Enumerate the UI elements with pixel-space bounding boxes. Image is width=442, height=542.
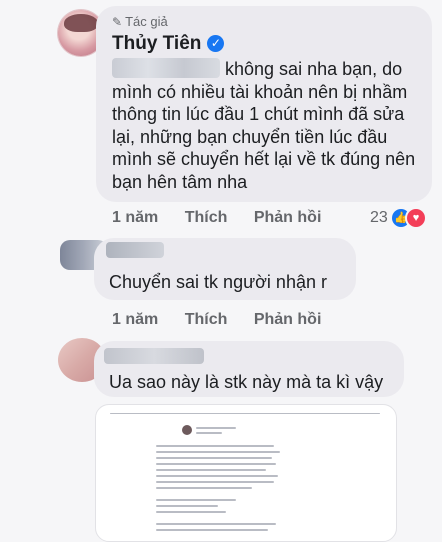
comment-text-rest: mình có nhiều tài khoản nên bị nhầm thôn… — [112, 81, 416, 192]
preview-line — [156, 463, 276, 465]
attached-screenshot-preview[interactable] — [95, 404, 397, 542]
preview-line — [156, 457, 272, 459]
reply1-time: 1 năm — [112, 311, 159, 328]
author-name[interactable]: Thủy Tiên ✓ — [112, 33, 225, 55]
preview-line — [156, 445, 274, 447]
preview-avatar — [182, 425, 192, 435]
preview-line — [156, 481, 274, 483]
preview-line — [156, 475, 278, 477]
redacted-mention — [112, 58, 220, 78]
like-button[interactable]: Thích — [185, 209, 228, 227]
reply-button[interactable]: Phản hồi — [254, 209, 322, 227]
comment-time: 1 năm — [112, 209, 159, 226]
preview-line — [156, 469, 266, 471]
pin-icon: ✎ — [112, 15, 123, 29]
author-badge: ✎ Tác giả — [112, 14, 168, 29]
reply1-actions: 1 năm Thích Phản hồi — [112, 311, 321, 329]
preview-line — [156, 523, 276, 525]
preview-line — [156, 499, 236, 501]
preview-line — [156, 529, 268, 531]
avatar-hair — [64, 14, 98, 32]
comment-text-line1: không sai nha bạn, do — [225, 59, 403, 79]
reply1-text: Chuyển sai tk người nhận r — [109, 272, 327, 292]
preview-line — [156, 451, 280, 453]
reaction-count[interactable]: 23 — [370, 209, 388, 227]
reply1-like-button[interactable]: Thích — [185, 311, 228, 329]
preview-status-bar — [110, 413, 380, 414]
preview-line — [156, 511, 226, 513]
preview-line — [156, 505, 218, 507]
preview-line — [196, 427, 236, 429]
reply2-text: Ua sao này là stk này mà ta kì vậy — [109, 372, 384, 392]
comment-actions-main: 1 năm Thích Phản hồi — [112, 209, 321, 227]
reply2-author-redacted — [104, 348, 204, 364]
preview-line — [156, 487, 252, 489]
reply1-author-redacted — [106, 242, 164, 258]
author-badge-label: Tác giả — [125, 14, 168, 29]
verified-icon: ✓ — [207, 35, 225, 52]
author-name-label[interactable]: Thủy Tiên — [112, 33, 201, 54]
comment-text-main: không sai nha bạn, do mình có nhiều tài … — [112, 58, 428, 193]
preview-line — [196, 432, 222, 434]
reply1-reply-button[interactable]: Phản hồi — [254, 311, 322, 329]
love-reaction-icon: ♥ — [407, 209, 425, 227]
